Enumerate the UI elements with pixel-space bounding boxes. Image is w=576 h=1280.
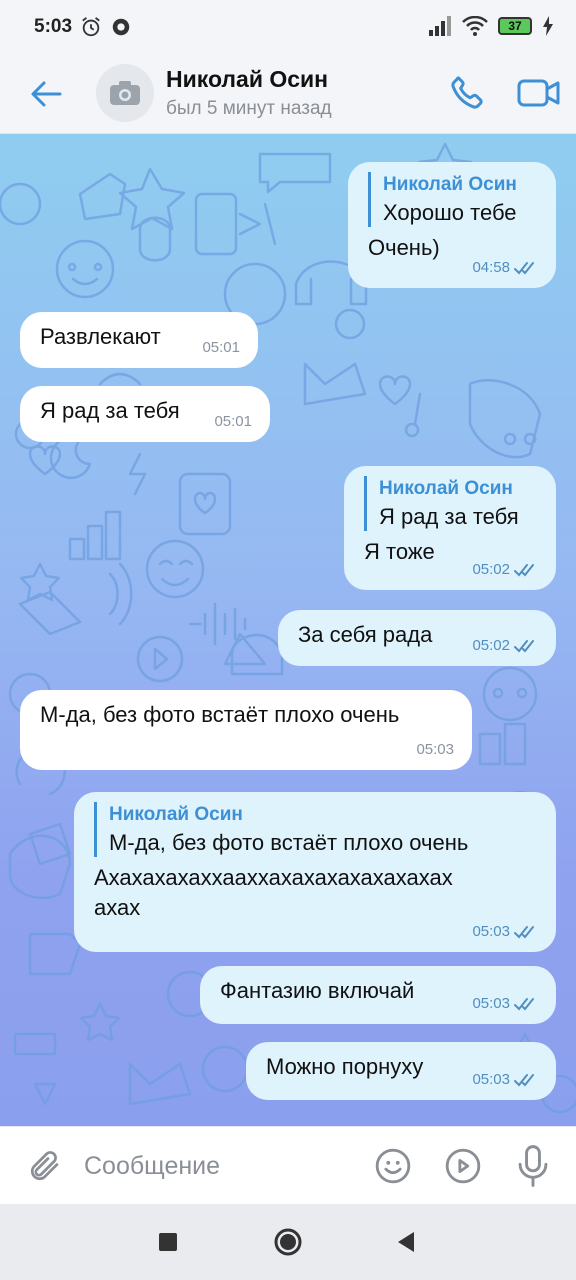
video-message-icon — [445, 1148, 481, 1184]
message-text-line-2: ахах — [94, 895, 141, 921]
chat-header: Николай Осин был 5 минут назад — [0, 56, 576, 134]
message-time: 05:03 — [472, 1070, 510, 1088]
home-button[interactable] — [268, 1222, 308, 1262]
reply-quote[interactable]: Николай Осин Я рад за тебя — [364, 476, 536, 532]
contact-name[interactable]: Николай Осин — [166, 66, 328, 93]
video-call-icon — [517, 79, 560, 107]
message-time: 05:01 — [214, 412, 252, 430]
reply-author: Николай Осин — [383, 174, 517, 195]
message-text: Я рад за тебя — [40, 398, 180, 423]
message-bubble-incoming[interactable]: Развлекают 05:01 — [20, 312, 258, 368]
message-time: 05:01 — [202, 338, 240, 356]
double-check-icon — [514, 925, 534, 939]
status-time: 5:03 — [34, 16, 73, 37]
reply-quote[interactable]: Николай Осин Хорошо тебе — [368, 172, 536, 228]
attach-button[interactable] — [22, 1143, 68, 1189]
system-nav-bar — [0, 1204, 576, 1280]
charging-icon — [543, 16, 553, 36]
video-message-button[interactable] — [440, 1143, 486, 1189]
status-bar: 5:03 37 — [0, 0, 576, 56]
message-bubble-outgoing[interactable]: Николай Осин М-да, без фото встаёт плохо… — [74, 792, 556, 952]
message-bubble-outgoing[interactable]: Фантазию включай 05:03 — [200, 966, 556, 1024]
camera-avatar-icon — [110, 81, 140, 105]
emoji-button[interactable] — [370, 1143, 416, 1189]
back-button[interactable] — [24, 72, 68, 116]
message-text: Можно порнуху — [266, 1054, 424, 1079]
message-bubble-outgoing[interactable]: За себя рада 05:02 — [278, 610, 556, 666]
message-bubble-outgoing[interactable]: Николай Осин Я рад за тебя Я тоже 05:02 — [344, 466, 556, 590]
message-time: 05:02 — [472, 560, 510, 578]
contact-status: был 5 минут назад — [166, 98, 332, 119]
message-bubble-incoming[interactable]: Я рад за тебя 05:01 — [20, 386, 270, 442]
double-check-icon — [514, 997, 534, 1011]
message-text: Развлекают — [40, 324, 161, 349]
alarm-icon — [82, 17, 100, 37]
square-icon — [159, 1233, 177, 1251]
back-arrow-icon — [31, 81, 62, 107]
message-text: Фантазию включай — [220, 978, 415, 1003]
wifi-icon — [462, 16, 488, 36]
back-nav-button[interactable] — [386, 1222, 426, 1262]
message-time: 05:02 — [472, 636, 510, 654]
voice-message-button[interactable] — [510, 1141, 556, 1191]
double-check-icon — [514, 1073, 534, 1087]
reply-text: Я рад за тебя — [379, 503, 519, 529]
call-button[interactable] — [444, 70, 490, 116]
paperclip-icon — [30, 1151, 59, 1181]
avatar[interactable] — [96, 64, 154, 122]
message-text-line-1: Ахахахахаххааххахахахахахахахах — [94, 865, 453, 891]
double-check-icon — [514, 261, 534, 275]
message-time: 04:58 — [472, 258, 510, 276]
reply-author: Николай Осин — [109, 804, 243, 825]
message-time: 05:03 — [472, 922, 510, 940]
message-time: 05:03 — [416, 740, 454, 758]
chat-area[interactable]: Николай Осин Хорошо тебе Очень) 04:58 Ра… — [0, 134, 576, 1126]
message-bubble-incoming[interactable]: М-да, без фото встаёт плохо очень 05:03 — [20, 690, 472, 770]
double-check-icon — [514, 563, 534, 577]
message-input[interactable] — [84, 1143, 344, 1189]
reply-text: Хорошо тебе — [383, 199, 517, 225]
double-check-icon — [514, 639, 534, 653]
message-text: За себя рада — [298, 622, 433, 647]
phone-icon — [451, 76, 483, 109]
recents-button[interactable] — [148, 1222, 188, 1262]
message-composer — [0, 1126, 576, 1204]
triangle-back-icon — [398, 1232, 414, 1252]
message-bubble-outgoing[interactable]: Можно порнуху 05:03 — [246, 1042, 556, 1100]
video-call-button[interactable] — [514, 70, 564, 116]
message-time: 05:03 — [472, 994, 510, 1012]
battery-icon: 37 — [498, 17, 532, 35]
message-text: М-да, без фото встаёт плохо очень — [40, 702, 400, 727]
reply-quote[interactable]: Николай Осин М-да, без фото встаёт плохо… — [94, 802, 536, 858]
circle-icon — [274, 1228, 302, 1256]
signal-icon — [429, 16, 451, 36]
sync-icon — [112, 18, 130, 36]
reply-text: М-да, без фото встаёт плохо очень — [109, 829, 469, 855]
reply-author: Николай Осин — [379, 478, 513, 499]
message-bubble-outgoing[interactable]: Николай Осин Хорошо тебе Очень) 04:58 — [348, 162, 556, 288]
emoji-icon — [375, 1148, 411, 1184]
microphone-icon — [518, 1145, 548, 1187]
